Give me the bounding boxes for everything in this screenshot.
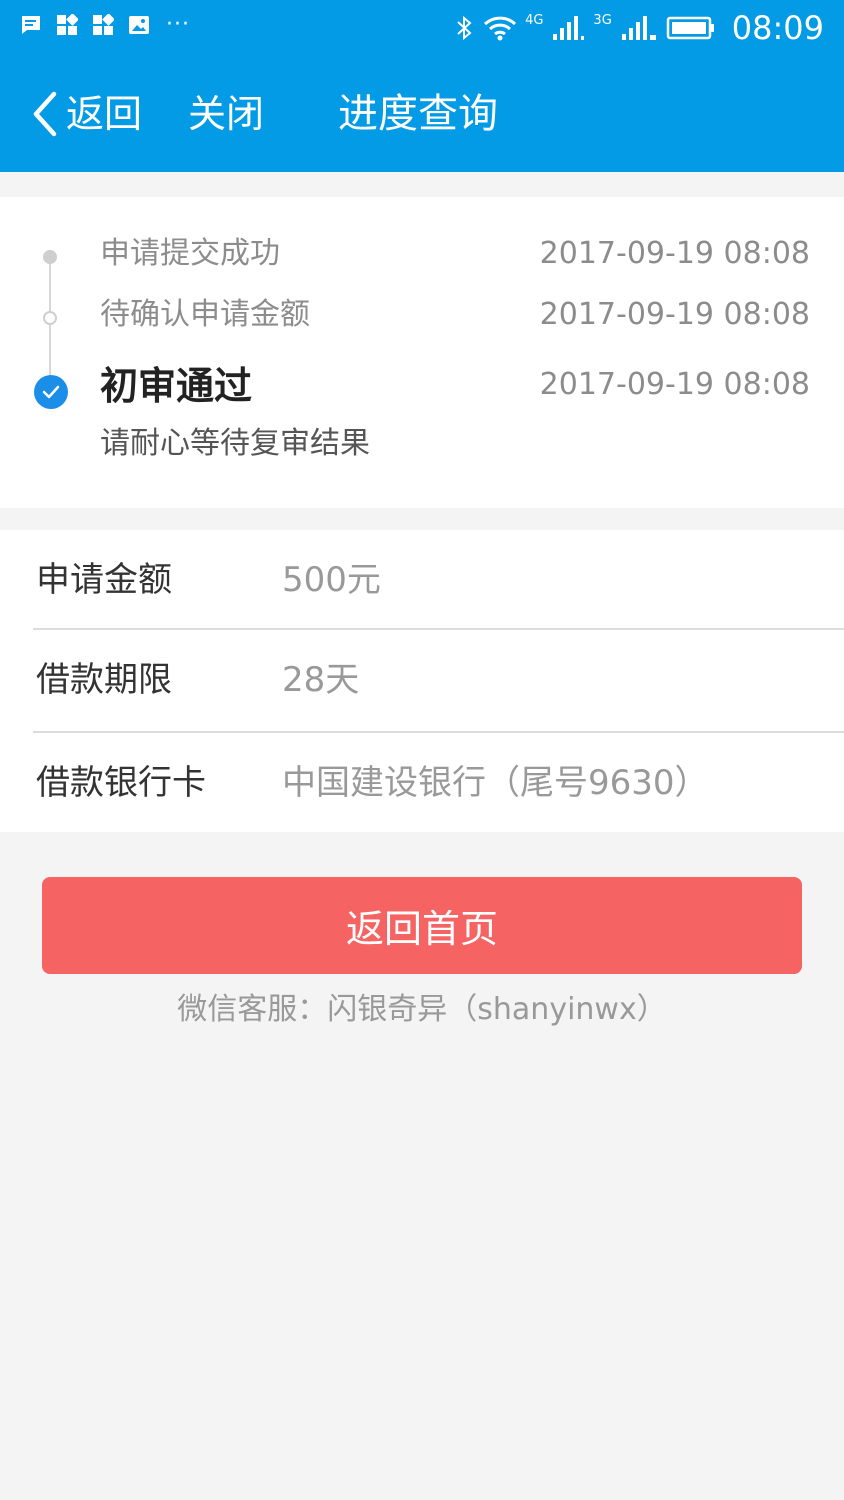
wifi-icon bbox=[484, 16, 517, 41]
check-icon bbox=[34, 375, 68, 409]
back-button-label: 返回 bbox=[66, 92, 143, 136]
return-home-button[interactable]: 返回首页 bbox=[42, 877, 802, 974]
customer-service-note: 微信客服：闪银奇异（shanyinwx） bbox=[177, 992, 667, 1027]
signal-1-icon bbox=[553, 16, 585, 40]
app-grid-icon bbox=[57, 14, 78, 35]
notification-icons: ··· bbox=[20, 14, 190, 36]
detail-value: 500元 bbox=[282, 560, 381, 600]
timeline-dot-done bbox=[43, 311, 57, 325]
detail-value: 28天 bbox=[282, 660, 360, 700]
top-bar: ··· 4G 3G 08:09 返回 关闭 进度查询 bbox=[0, 0, 844, 172]
timeline-dot-done bbox=[43, 250, 57, 264]
network-4g-label: 4G bbox=[525, 12, 544, 28]
chevron-left-icon bbox=[33, 91, 57, 137]
page-title: 进度查询 bbox=[338, 91, 498, 137]
status-bar: ··· 4G 3G 08:09 bbox=[0, 0, 844, 56]
close-button[interactable]: 关闭 bbox=[188, 86, 264, 142]
detail-label: 申请金额 bbox=[36, 560, 172, 600]
image-icon bbox=[129, 16, 149, 34]
step-time: 2017-09-19 08:08 bbox=[539, 297, 810, 332]
detail-label: 借款期限 bbox=[36, 660, 172, 700]
system-icons: 4G 3G 08:09 bbox=[455, 8, 824, 48]
step-label: 申请提交成功 bbox=[100, 236, 280, 271]
more-notifications: ··· bbox=[166, 12, 190, 37]
nav-header: 返回 关闭 进度查询 bbox=[0, 56, 844, 172]
step-label: 待确认申请金额 bbox=[100, 297, 310, 332]
detail-value: 中国建设银行（尾号9630） bbox=[282, 763, 709, 803]
detail-row-bank-card: 借款银行卡 中国建设银行（尾号9630） bbox=[0, 733, 844, 833]
step-time: 2017-09-19 08:08 bbox=[539, 236, 810, 271]
app-grid-icon bbox=[93, 14, 114, 35]
progress-timeline: 申请提交成功 2017-09-19 08:08 待确认申请金额 2017-09-… bbox=[0, 197, 844, 508]
timeline-connector bbox=[49, 257, 51, 317]
step-time: 2017-09-19 08:08 bbox=[539, 367, 810, 402]
battery-icon bbox=[666, 16, 714, 40]
detail-row-term: 借款期限 28天 bbox=[0, 630, 844, 730]
timeline-connector bbox=[49, 317, 51, 377]
loan-details: 申请金额 500元 借款期限 28天 借款银行卡 中国建设银行（尾号9630） bbox=[0, 530, 844, 832]
back-button[interactable]: 返回 bbox=[30, 86, 142, 142]
message-icon bbox=[22, 16, 40, 34]
detail-row-amount: 申请金额 500元 bbox=[0, 530, 844, 630]
current-step-label: 初审通过 bbox=[100, 364, 253, 408]
clock: 08:09 bbox=[731, 9, 824, 47]
network-3g-label: 3G bbox=[593, 12, 612, 28]
bluetooth-icon bbox=[457, 15, 472, 41]
detail-label: 借款银行卡 bbox=[36, 763, 206, 803]
signal-2-icon bbox=[621, 16, 656, 40]
step-hint: 请耐心等待复审结果 bbox=[100, 426, 370, 461]
